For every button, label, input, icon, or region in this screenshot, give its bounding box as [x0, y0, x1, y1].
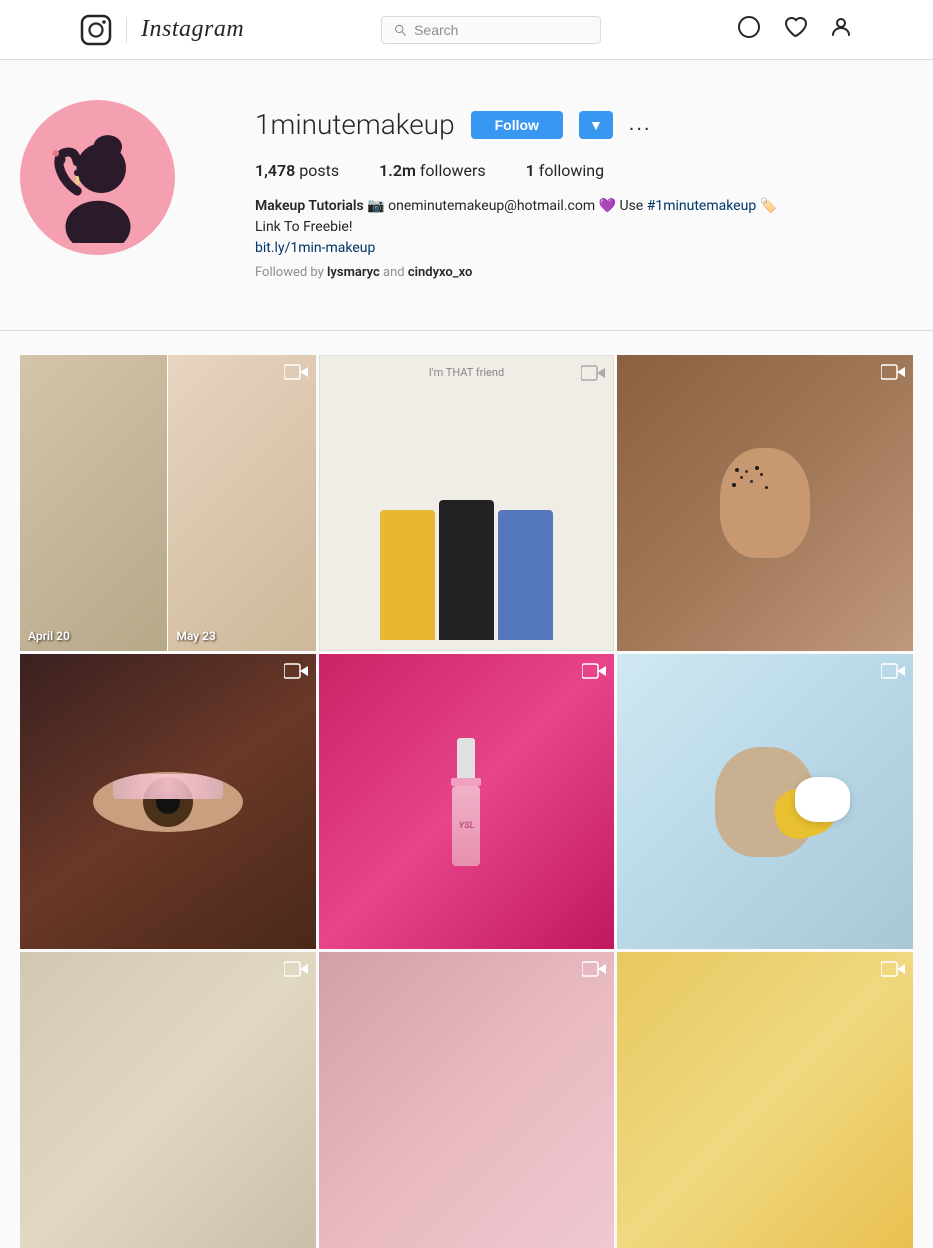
followed-by: Followed by lysmaryc and cindyxo_xo: [255, 265, 913, 280]
profile-name-row: 1minutemakeup Follow ▼ ...: [255, 108, 913, 141]
profile-info: 1minutemakeup Follow ▼ ... 1,478 posts 1…: [255, 100, 913, 280]
post-item-9[interactable]: [617, 952, 913, 1248]
bio-email: oneminutemakeup@hotmail.com: [388, 198, 595, 214]
posts-count: 1,478: [255, 161, 295, 180]
header: Instagram: [0, 0, 933, 60]
video-icon-9: [881, 960, 905, 978]
compass-icon[interactable]: [737, 15, 761, 44]
search-bar[interactable]: [381, 16, 601, 44]
profile-bio: Makeup Tutorials 📷 oneminutemakeup@hotma…: [255, 196, 913, 259]
follow-dropdown-button[interactable]: ▼: [579, 111, 613, 139]
video-icon-8: [582, 960, 606, 978]
bio-title: Makeup Tutorials: [255, 198, 364, 214]
header-icons: [737, 15, 853, 44]
follow-button[interactable]: Follow: [471, 111, 563, 139]
bio-tag-emoji: 🏷️: [760, 198, 777, 214]
posts-stat: 1,478 posts: [255, 161, 339, 180]
profile-avatar-wrap: [20, 100, 175, 255]
post-item-1[interactable]: April 20 May 23: [20, 355, 316, 651]
post-item-8[interactable]: [319, 952, 615, 1248]
posts-grid: April 20 May 23 I'm THAT friend: [0, 355, 933, 1248]
post-item-2[interactable]: I'm THAT friend: [319, 355, 615, 651]
bio-heart-emoji: 💜: [599, 198, 620, 214]
post-overlay-text: I'm THAT friend: [429, 366, 504, 379]
post-item-6[interactable]: [617, 654, 913, 950]
followed-by-label: Followed by: [255, 265, 324, 280]
bio-cta: Link To Freebie!: [255, 219, 352, 235]
video-icon: [284, 363, 308, 381]
followers-label: followers: [420, 161, 486, 180]
post-item-4[interactable]: [20, 654, 316, 950]
posts-separator: [0, 330, 933, 331]
followed-by-user-2[interactable]: cindyxo_xo: [408, 265, 472, 280]
search-input[interactable]: [414, 22, 587, 38]
profile-avatar: [20, 100, 175, 255]
avatar-silhouette: [33, 113, 163, 243]
instagram-wordmark: Instagram: [141, 16, 244, 43]
more-options-button[interactable]: ...: [629, 113, 652, 136]
following-count: 1: [526, 161, 535, 180]
instagram-logo-icon: [80, 14, 112, 46]
profile-container: 1minutemakeup Follow ▼ ... 1,478 posts 1…: [0, 60, 933, 330]
post-item-5[interactable]: YSL: [319, 654, 615, 950]
followers-stat: 1.2m followers: [379, 161, 485, 180]
profile-username: 1minutemakeup: [255, 108, 455, 141]
followed-by-user-1[interactable]: lysmaryc: [327, 265, 380, 280]
search-icon: [394, 23, 407, 37]
header-divider: [126, 17, 127, 43]
video-icon-7: [284, 960, 308, 978]
post-item-7[interactable]: [20, 952, 316, 1248]
bio-hashtag: #1minutemakeup: [647, 198, 756, 214]
bio-link[interactable]: bit.ly/1min-makeup: [255, 240, 375, 256]
profile-stats: 1,478 posts 1.2m followers 1 following: [255, 161, 913, 180]
heart-icon[interactable]: [783, 15, 807, 44]
post-item-3[interactable]: [617, 355, 913, 651]
profile-header: 1minutemakeup Follow ▼ ... 1,478 posts 1…: [20, 100, 913, 280]
followers-count: 1.2m: [379, 161, 416, 180]
following-stat: 1 following: [526, 161, 604, 180]
header-left: Instagram: [80, 14, 244, 46]
profile-icon[interactable]: [829, 15, 853, 44]
posts-label: posts: [299, 161, 339, 180]
bio-camera-emoji: 📷: [367, 198, 388, 214]
video-icon-2: [581, 364, 605, 382]
following-label: following: [539, 161, 604, 180]
